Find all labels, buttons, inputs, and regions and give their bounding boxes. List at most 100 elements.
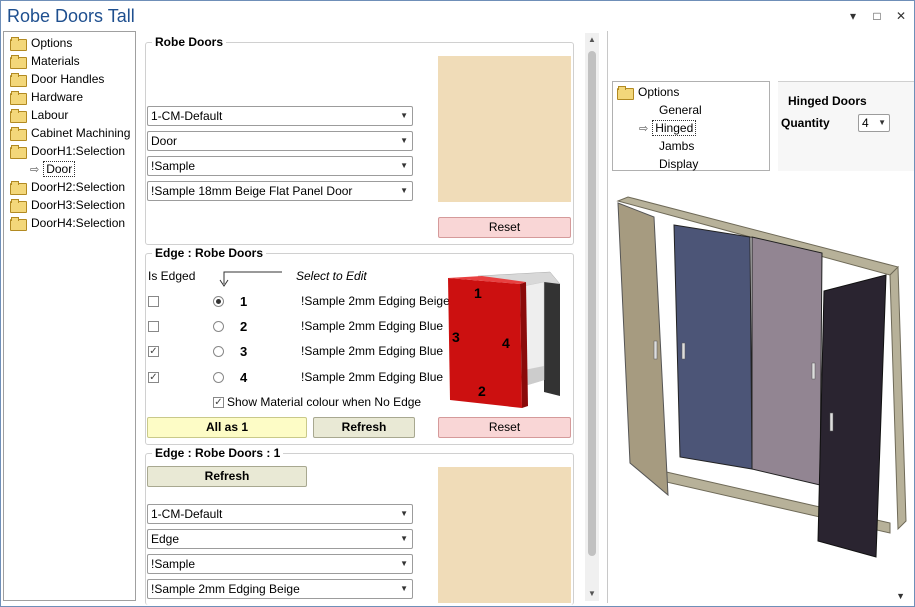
frame-right [889,265,907,531]
folder-icon [10,55,27,69]
scroll-thumb[interactable] [588,51,596,556]
edge-4-radio[interactable] [213,372,224,383]
edge-3-name: !Sample 2mm Edging Blue [301,344,444,358]
folder-icon [10,199,27,213]
folder-icon [10,127,27,141]
door-1-beige [617,202,669,497]
tree-item-door[interactable]: ⇨ Door [30,160,76,178]
scroll-down-icon[interactable]: ▼ [585,587,599,601]
folder-icon [10,217,27,231]
dropdown-arrow-icon: ▼ [878,118,886,127]
tree-item-doorh4-selection[interactable]: DoorH4:Selection [10,214,125,232]
edge-2-number: 2 [240,319,248,334]
tree-item-hardware[interactable]: Hardware [10,88,83,106]
edge-4-number: 4 [240,370,248,385]
tree-item-materials[interactable]: Materials [10,52,80,70]
edge-3-checkbox[interactable]: ✓ [148,346,159,357]
material-combo[interactable]: 1-CM-Default ▼ [147,106,413,126]
refresh-button[interactable]: Refresh [313,417,415,438]
edge-1-number: 1 [240,294,248,309]
edge-diagram-label-4: 4 [502,335,510,351]
edge-reset-button[interactable]: Reset [438,417,571,438]
scroll-down-icon[interactable]: ▼ [896,591,905,601]
options-hinged[interactable]: ⇨ Hinged [639,119,697,137]
door-handle-icon [653,340,658,360]
dropdown-arrow-icon: ▼ [400,509,408,518]
tree-item-options[interactable]: Options [10,34,72,52]
tree-item-doorh2-selection[interactable]: DoorH2:Selection [10,178,125,196]
title-bar: Robe Doors Tall ▾ □ ✕ [1,1,914,31]
dropdown-arrow-icon: ▼ [400,584,408,593]
dropdown-icon[interactable]: ▾ [846,9,860,23]
folder-icon [10,145,27,159]
tree-item-door-handles[interactable]: Door Handles [10,70,104,88]
edge-type-combo[interactable]: Edge ▼ [147,529,413,549]
all-as-1-button[interactable]: All as 1 [147,417,307,438]
select-arrow-icon [219,271,282,287]
type-combo[interactable]: Door ▼ [147,131,413,151]
select-to-edit-label: Select to Edit [296,269,367,283]
folder-icon [10,37,27,51]
edge-diagram: 1 3 4 2 [448,271,561,408]
folder-icon [10,73,27,87]
vertical-scrollbar[interactable]: ▲ ▼ [585,33,599,601]
arrow-right-icon: ⇨ [639,122,649,135]
tree-item-cabinet-machining[interactable]: Cabinet Machining [10,124,130,142]
edge-2-radio[interactable] [213,321,224,332]
material-swatch [438,56,571,202]
edge-material-combo[interactable]: 1-CM-Default ▼ [147,504,413,524]
show-material-checkbox[interactable]: ✓ [213,397,224,408]
quantity-select[interactable]: 4 ▼ [858,114,890,132]
dropdown-arrow-icon: ▼ [400,534,408,543]
door-3-mauve [751,236,823,486]
show-material-label: Show Material colour when No Edge [227,395,422,409]
edge-1-radio[interactable] [213,296,224,307]
options-root[interactable]: Options [617,83,679,101]
edge-range-combo[interactable]: !Sample ▼ [147,554,413,574]
folder-icon [10,91,27,105]
options-jambs[interactable]: Jambs [659,137,694,155]
scroll-up-icon[interactable]: ▲ [585,33,599,47]
tree-item-doorh1-selection[interactable]: DoorH1:Selection [10,142,125,160]
door-4-dark [817,274,887,558]
edge-1-refresh-button[interactable]: Refresh [147,466,307,487]
range-combo[interactable]: !Sample ▼ [147,156,413,176]
edge-3-radio[interactable] [213,346,224,357]
dropdown-arrow-icon: ▼ [400,186,408,195]
edge-diagram-label-3: 3 [452,329,460,345]
robe-doors-3d-preview [616,196,907,558]
maximize-icon[interactable]: □ [870,9,884,23]
door-combo[interactable]: !Sample 18mm Beige Flat Panel Door ▼ [147,181,413,201]
edge-1-name: !Sample 2mm Edging Beige [301,294,450,308]
tree-item-labour[interactable]: Labour [10,106,68,124]
quantity-label: Quantity [781,116,830,130]
edge-4-checkbox[interactable]: ✓ [148,372,159,383]
preview-panel: Options General ⇨ Hinged Jambs Display Hi… [607,31,914,603]
edge-swatch [438,467,571,603]
folder-icon [10,181,27,195]
hinged-doors-title: Hinged Doors [788,94,867,108]
dropdown-arrow-icon: ▼ [400,161,408,170]
edge-1-checkbox[interactable] [148,296,159,307]
options-general[interactable]: General [659,101,702,119]
close-icon[interactable]: ✕ [894,9,908,23]
edge-4-name: !Sample 2mm Edging Blue [301,370,444,384]
window-controls: ▾ □ ✕ [846,9,908,23]
dropdown-arrow-icon: ▼ [400,136,408,145]
tree-item-doorh3-selection[interactable]: DoorH3:Selection [10,196,125,214]
group-title: Edge : Robe Doors : 1 [152,446,284,460]
edge-diagram-label-2: 2 [478,383,486,399]
edge-2-name: !Sample 2mm Edging Blue [301,319,444,333]
dropdown-arrow-icon: ▼ [400,559,408,568]
edge-2-checkbox[interactable] [148,321,159,332]
edge-3-number: 3 [240,344,248,359]
options-tree: Options General ⇨ Hinged Jambs Display [612,81,770,171]
hinged-doors-panel: Hinged Doors Quantity 4 ▼ [778,81,914,171]
reset-button[interactable]: Reset [438,217,571,238]
edge-diagram-label-1: 1 [474,285,482,301]
is-edged-label: Is Edged [148,269,196,283]
group-title: Edge : Robe Doors [152,246,267,260]
navigation-tree: Options Materials Door Handles Hardware … [3,31,136,601]
edge-combo[interactable]: !Sample 2mm Edging Beige ▼ [147,579,413,599]
dropdown-arrow-icon: ▼ [400,111,408,120]
